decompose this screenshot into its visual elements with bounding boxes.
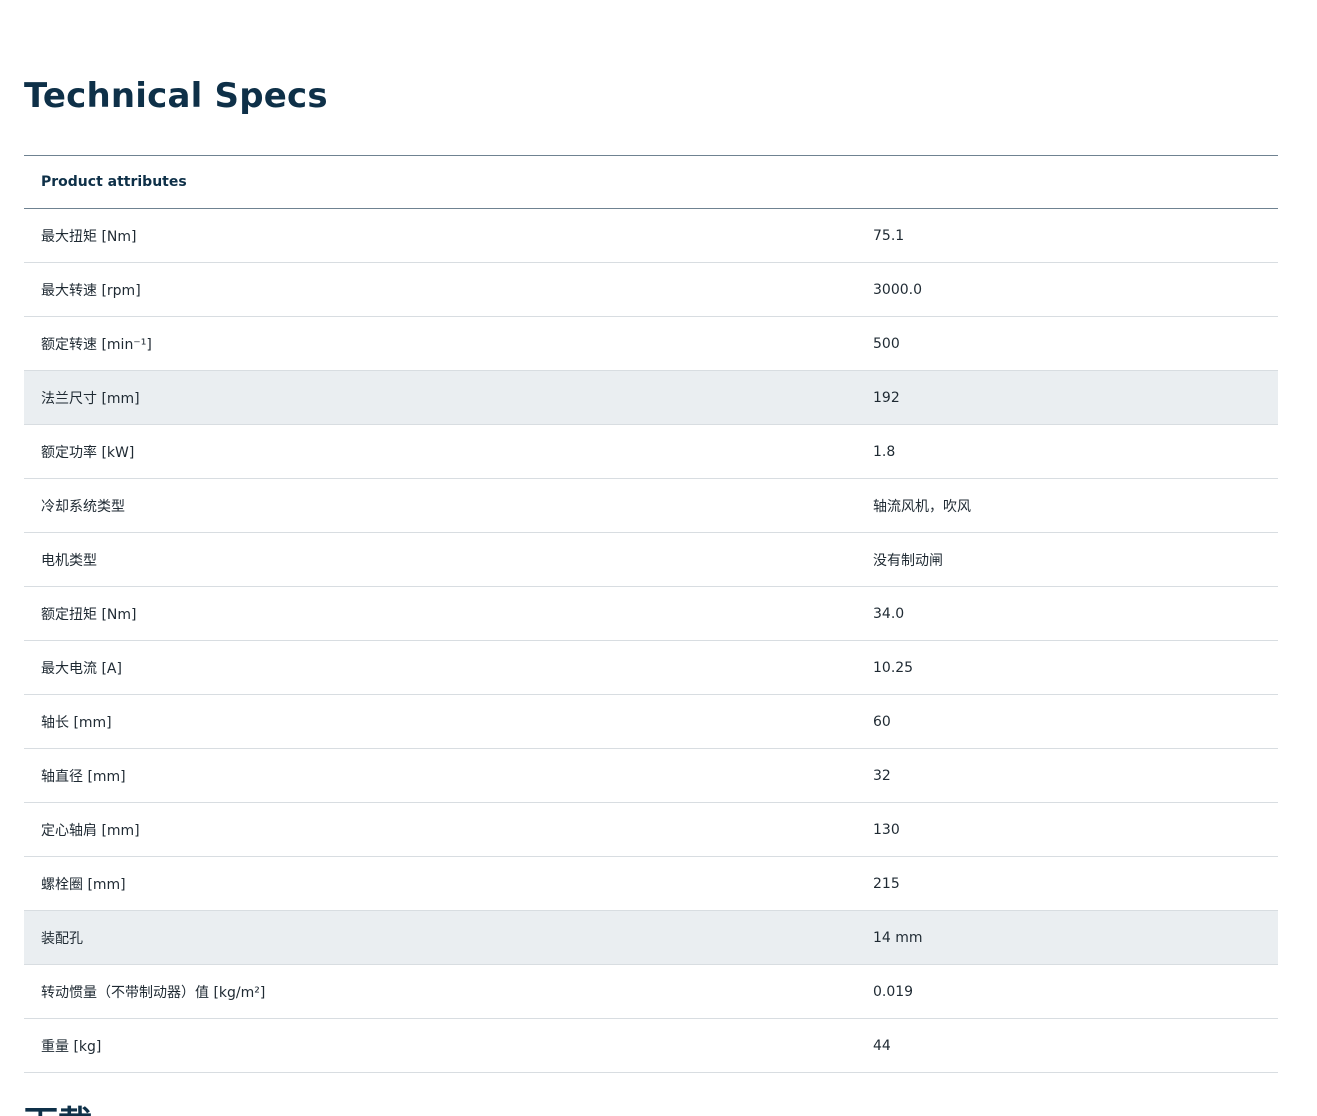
row-label: 螺栓圈 [mm]	[41, 876, 126, 893]
section-title: Technical Specs	[24, 76, 328, 116]
row-label: 轴直径 [mm]	[41, 768, 126, 785]
table-row: 转动惯量（不带制动器）值 [kg/m²] 0.019	[24, 965, 1278, 1019]
table-row: 定心轴肩 [mm] 130	[24, 803, 1278, 857]
row-value: 60	[873, 713, 891, 730]
table-row: 额定功率 [kW] 1.8	[24, 425, 1278, 479]
row-label: 定心轴肩 [mm]	[41, 822, 140, 839]
table-row: 最大扭矩 [Nm] 75.1	[24, 209, 1278, 263]
row-value: 215	[873, 875, 900, 892]
row-value: 14 mm	[873, 929, 923, 946]
table-row: 重量 [kg] 44	[24, 1019, 1278, 1073]
row-label: 最大扭矩 [Nm]	[41, 228, 137, 245]
table-row: 额定转速 [min⁻¹] 500	[24, 317, 1278, 371]
specs-table: Product attributes 最大扭矩 [Nm] 75.1 最大转速 […	[24, 155, 1278, 1073]
row-label: 法兰尺寸 [mm]	[41, 390, 140, 407]
row-value: 192	[873, 389, 900, 406]
next-section-title: 下载	[24, 1104, 94, 1116]
row-value: 500	[873, 335, 900, 352]
table-row: 最大转速 [rpm] 3000.0	[24, 263, 1278, 317]
next-section-title-clipped: 下载	[24, 1104, 94, 1116]
row-label: 轴长 [mm]	[41, 714, 112, 731]
row-value: 44	[873, 1037, 891, 1054]
table-row: 轴直径 [mm] 32	[24, 749, 1278, 803]
table-row: 轴长 [mm] 60	[24, 695, 1278, 749]
table-row: 电机类型 没有制动闸	[24, 533, 1278, 587]
page: Technical Specs Product attributes 最大扭矩 …	[0, 0, 1317, 1116]
row-value: 0.019	[873, 983, 914, 1000]
row-value: 75.1	[873, 227, 905, 244]
row-label: 额定功率 [kW]	[41, 444, 135, 461]
row-value: 3000.0	[873, 281, 922, 298]
table-row: 冷却系统类型 轴流风机，吹风	[24, 479, 1278, 533]
row-label: 装配孔	[41, 930, 83, 947]
row-label: 最大电流 [A]	[41, 660, 122, 677]
row-label: 最大转速 [rpm]	[41, 282, 141, 299]
row-label: 额定转速 [min⁻¹]	[41, 336, 152, 353]
row-value: 10.25	[873, 659, 914, 676]
row-label: 冷却系统类型	[41, 498, 125, 515]
table-row: 螺栓圈 [mm] 215	[24, 857, 1278, 911]
row-label: 额定扭矩 [Nm]	[41, 606, 137, 623]
table-row-highlighted: 法兰尺寸 [mm] 192	[24, 371, 1278, 425]
table-header: Product attributes	[24, 156, 1278, 209]
row-label: 重量 [kg]	[41, 1038, 102, 1055]
row-value: 1.8	[873, 443, 896, 460]
row-label: 转动惯量（不带制动器）值 [kg/m²]	[41, 984, 266, 1001]
table-row: 额定扭矩 [Nm] 34.0	[24, 587, 1278, 641]
row-value: 34.0	[873, 605, 905, 622]
row-value: 轴流风机，吹风	[873, 498, 971, 515]
row-value: 32	[873, 767, 891, 784]
row-value: 130	[873, 821, 900, 838]
table-row-highlighted: 装配孔 14 mm	[24, 911, 1278, 965]
row-value: 没有制动闸	[873, 552, 943, 569]
table-row: 最大电流 [A] 10.25	[24, 641, 1278, 695]
row-label: 电机类型	[41, 552, 97, 569]
